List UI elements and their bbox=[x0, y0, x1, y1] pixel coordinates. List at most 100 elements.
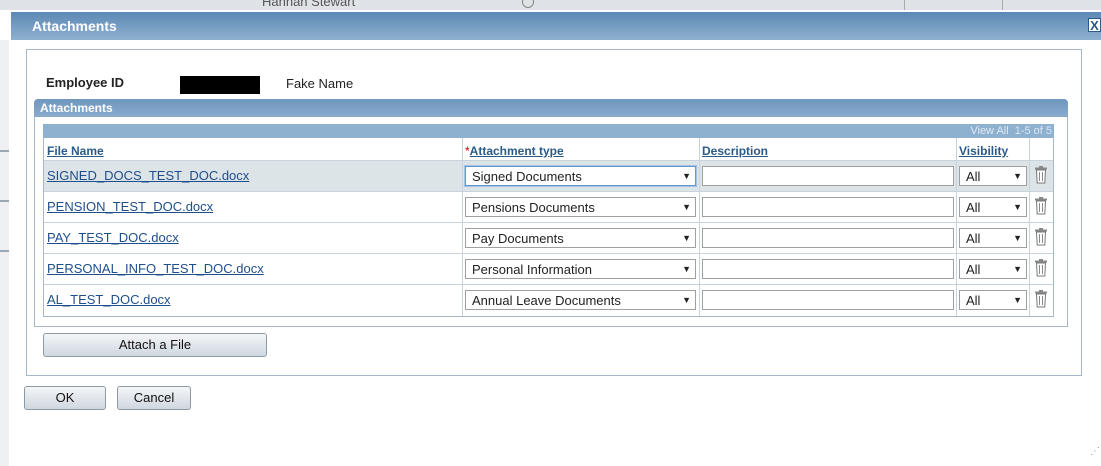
visibility-value: All bbox=[966, 169, 981, 184]
table-row: PAY_TEST_DOC.docx Pay Documents ▼ All ▼ bbox=[44, 223, 1053, 254]
table-row: AL_TEST_DOC.docx Annual Leave Documents … bbox=[44, 285, 1053, 316]
description-input[interactable] bbox=[702, 197, 954, 217]
attachments-section-header: Attachments bbox=[34, 99, 1068, 117]
dialog-title: Attachments bbox=[32, 18, 117, 34]
column-divider bbox=[1029, 254, 1030, 284]
description-input[interactable] bbox=[702, 259, 954, 279]
visibility-select[interactable]: All ▼ bbox=[959, 197, 1027, 217]
chevron-down-icon: ▼ bbox=[1013, 233, 1022, 243]
table-row: PENSION_TEST_DOC.docx Pensions Documents… bbox=[44, 192, 1053, 223]
chevron-down-icon: ▼ bbox=[1013, 264, 1022, 274]
description-input[interactable] bbox=[702, 166, 954, 186]
visibility-select[interactable]: All ▼ bbox=[959, 290, 1027, 310]
row-count: 1-5 of 5 bbox=[1014, 125, 1052, 137]
column-header-visibility[interactable]: Visibility bbox=[959, 144, 1008, 158]
visibility-value: All bbox=[966, 231, 981, 246]
employee-name: Fake Name bbox=[286, 76, 354, 91]
column-divider bbox=[462, 192, 463, 222]
trash-icon[interactable] bbox=[1034, 166, 1048, 184]
dialog-titlebar: Attachments bbox=[11, 12, 1101, 40]
visibility-value: All bbox=[966, 262, 981, 277]
view-all-link[interactable]: View All bbox=[970, 125, 1008, 137]
file-name-link[interactable]: SIGNED_DOCS_TEST_DOC.docx bbox=[47, 168, 249, 183]
table-row: SIGNED_DOCS_TEST_DOC.docx Signed Documen… bbox=[44, 161, 1053, 192]
chevron-down-icon: ▼ bbox=[1013, 202, 1022, 212]
column-header-description[interactable]: Description bbox=[702, 144, 768, 158]
background-page: Hannah Stewart bbox=[0, 0, 1101, 10]
background-mark bbox=[0, 250, 9, 252]
column-divider bbox=[956, 254, 957, 284]
description-input[interactable] bbox=[702, 290, 954, 310]
visibility-select[interactable]: All ▼ bbox=[959, 228, 1027, 248]
grid-nav-text: View All 1-5 of 5 bbox=[970, 125, 1052, 137]
column-divider bbox=[956, 285, 957, 316]
chevron-down-icon: ▼ bbox=[1013, 295, 1022, 305]
file-name-link[interactable]: AL_TEST_DOC.docx bbox=[47, 292, 171, 307]
employee-id-value-redacted bbox=[180, 76, 260, 94]
chevron-down-icon: ▼ bbox=[682, 171, 691, 181]
background-text: Hannah Stewart bbox=[262, 0, 356, 9]
visibility-select[interactable]: All ▼ bbox=[959, 259, 1027, 279]
attachment-type-value: Personal Information bbox=[472, 262, 592, 277]
section-title: Attachments bbox=[40, 101, 113, 115]
table-row: PERSONAL_INFO_TEST_DOC.docx Personal Inf… bbox=[44, 254, 1053, 285]
column-divider bbox=[956, 192, 957, 222]
attachment-type-select[interactable]: Annual Leave Documents ▼ bbox=[465, 290, 696, 310]
column-divider bbox=[462, 254, 463, 284]
attachment-type-select[interactable]: Signed Documents ▼ bbox=[465, 166, 696, 186]
column-divider bbox=[699, 138, 700, 160]
background-divider bbox=[1002, 0, 1003, 10]
column-divider bbox=[699, 254, 700, 284]
column-divider bbox=[1029, 285, 1030, 316]
chevron-down-icon: ▼ bbox=[682, 233, 691, 243]
visibility-select[interactable]: All ▼ bbox=[959, 166, 1027, 186]
column-header-file-name[interactable]: File Name bbox=[47, 144, 104, 158]
attachment-type-select[interactable]: Personal Information ▼ bbox=[465, 259, 696, 279]
trash-icon[interactable] bbox=[1034, 259, 1048, 277]
column-divider bbox=[462, 161, 463, 191]
column-divider bbox=[699, 192, 700, 222]
grid-navigation-bar: View All 1-5 of 5 bbox=[43, 124, 1054, 138]
visibility-value: All bbox=[966, 200, 981, 215]
attachment-type-value: Signed Documents bbox=[472, 169, 582, 184]
description-input[interactable] bbox=[702, 228, 954, 248]
column-divider bbox=[699, 285, 700, 316]
chevron-down-icon: ▼ bbox=[682, 202, 691, 212]
ok-button[interactable]: OK bbox=[24, 386, 106, 410]
grid-header-row: File Name *Attachment type Description V… bbox=[44, 138, 1053, 161]
column-divider bbox=[1029, 192, 1030, 222]
column-divider bbox=[1029, 138, 1030, 160]
chevron-down-icon: ▼ bbox=[1013, 171, 1022, 181]
resize-grip-icon[interactable]: ⋰ bbox=[1090, 446, 1100, 457]
background-mark bbox=[0, 200, 9, 202]
background-mark bbox=[0, 150, 9, 152]
file-name-link[interactable]: PERSONAL_INFO_TEST_DOC.docx bbox=[47, 261, 264, 276]
attachment-type-select[interactable]: Pay Documents ▼ bbox=[465, 228, 696, 248]
column-divider bbox=[462, 223, 463, 253]
background-divider bbox=[904, 0, 905, 10]
attachment-type-select[interactable]: Pensions Documents ▼ bbox=[465, 197, 696, 217]
background-icon bbox=[522, 0, 534, 8]
attachment-type-label: Attachment type bbox=[469, 144, 564, 158]
column-divider bbox=[956, 138, 957, 160]
trash-icon[interactable] bbox=[1034, 197, 1048, 215]
close-button[interactable]: X bbox=[1088, 18, 1101, 33]
chevron-down-icon: ▼ bbox=[682, 295, 691, 305]
attachment-type-value: Pensions Documents bbox=[472, 200, 595, 215]
trash-icon[interactable] bbox=[1034, 290, 1048, 308]
visibility-value: All bbox=[966, 293, 981, 308]
column-divider bbox=[462, 285, 463, 316]
column-divider bbox=[1029, 161, 1030, 191]
attach-file-button[interactable]: Attach a File bbox=[43, 333, 267, 357]
column-divider bbox=[699, 223, 700, 253]
column-divider bbox=[699, 161, 700, 191]
attachment-type-value: Pay Documents bbox=[472, 231, 564, 246]
background-left-edge bbox=[0, 40, 9, 466]
file-name-link[interactable]: PAY_TEST_DOC.docx bbox=[47, 230, 179, 245]
file-name-link[interactable]: PENSION_TEST_DOC.docx bbox=[47, 199, 213, 214]
column-divider bbox=[462, 138, 463, 160]
cancel-button[interactable]: Cancel bbox=[117, 386, 191, 410]
column-header-attachment-type[interactable]: *Attachment type bbox=[465, 144, 564, 158]
trash-icon[interactable] bbox=[1034, 228, 1048, 246]
column-divider bbox=[1029, 223, 1030, 253]
